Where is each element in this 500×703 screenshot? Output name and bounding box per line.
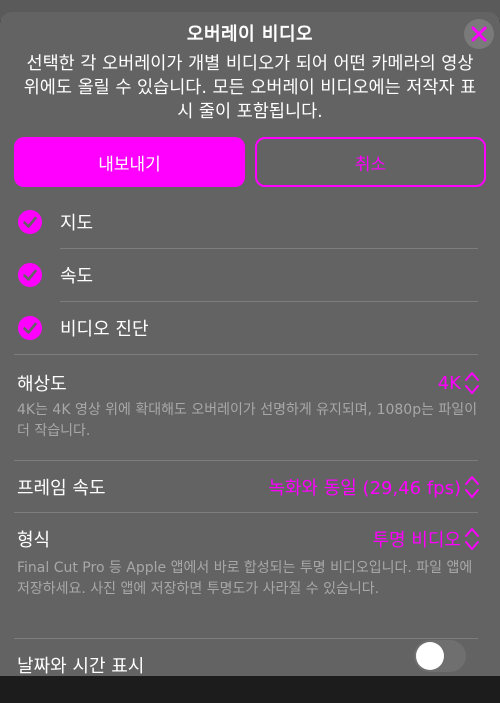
divider — [14, 512, 478, 513]
divider — [14, 460, 478, 461]
bottom-bar — [0, 676, 500, 703]
export-button[interactable]: 내보내기 — [14, 137, 245, 187]
time-display-label: 날짜와 시간 표시 — [17, 656, 145, 676]
cancel-button[interactable]: 취소 — [255, 137, 486, 187]
close-icon — [471, 26, 487, 42]
resolution-description: 4K는 4K 영상 위에 확대해도 오버레이가 선명하게 유지되며, 1080p… — [17, 402, 478, 439]
overlay-option-label: 속도 — [60, 266, 94, 287]
sheet-title: 오버레이 비디오 — [186, 24, 314, 45]
close-button[interactable] — [464, 19, 494, 49]
sheet-description: 선택한 각 오버레이가 개별 비디오가 되어 어떤 카메라의 영상 위에도 올릴… — [23, 54, 477, 122]
overlay-option-speed[interactable]: 속도 — [0, 249, 500, 301]
toggle-knob — [416, 642, 444, 670]
checkmark-circle-icon — [18, 210, 42, 234]
resolution-label: 해상도 — [17, 374, 67, 395]
time-display-toggle[interactable] — [414, 640, 466, 672]
format-description: Final Cut Pro 등 Apple 앱에서 바로 합성되는 투명 비디오… — [17, 560, 473, 597]
divider — [14, 638, 478, 639]
frame-rate-label: 프레임 속도 — [17, 478, 106, 499]
divider — [14, 354, 478, 355]
checkmark-circle-icon — [18, 316, 42, 340]
format-value: 투명 비디오 — [372, 530, 461, 551]
chevron-up-down-icon — [465, 476, 479, 498]
chevron-up-down-icon — [465, 528, 479, 550]
chevron-up-down-icon — [465, 372, 479, 394]
format-label: 형식 — [17, 530, 51, 551]
format-selector[interactable]: 투명 비디오 — [372, 526, 480, 552]
overlay-option-label: 비디오 진단 — [60, 319, 149, 340]
overlay-option-video-diagnostics[interactable]: 비디오 진단 — [0, 302, 500, 354]
overlay-option-label: 지도 — [60, 213, 94, 234]
resolution-value: 4K — [437, 372, 461, 394]
resolution-selector[interactable]: 4K — [438, 370, 480, 396]
overlay-video-sheet: 오버레이 비디오 선택한 각 오버레이가 개별 비디오가 되어 어떤 카메라의 … — [0, 12, 500, 676]
checkmark-circle-icon — [18, 263, 42, 287]
frame-rate-selector[interactable]: 녹화와 동일 (29,46 fps) — [268, 474, 480, 500]
overlay-option-map[interactable]: 지도 — [0, 196, 500, 248]
frame-rate-value: 녹화와 동일 (29,46 fps) — [268, 478, 461, 499]
